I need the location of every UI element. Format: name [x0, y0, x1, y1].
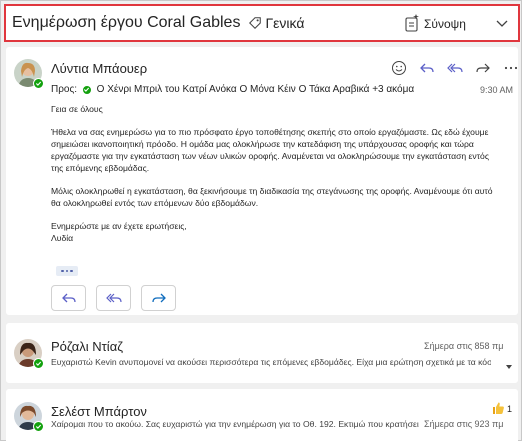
sender-name[interactable]: Λύντια Μπάουερ [51, 61, 147, 76]
message-time: 9:30 AM [480, 85, 514, 95]
summary-button[interactable]: Σύνοψη [424, 17, 466, 31]
presence-available-icon [33, 78, 44, 89]
recipients-line[interactable]: Προς: Ο Χένρι Μπριλ του Κατρί Ανόκα Ο Μό… [51, 84, 414, 95]
reply-button[interactable] [51, 285, 86, 311]
message-card-collapsed[interactable]: Ρόζαλι Ντίαζ Σήμερα στις 858 πμ Ευχαριστ… [6, 323, 518, 383]
to-label: Προς: [51, 84, 78, 95]
chevron-down-icon[interactable] [496, 18, 508, 28]
message-card: Λύντια Μπάουερ Προς: Ο Χένρι Μπριλ του Κ… [6, 47, 518, 315]
presence-available-icon [33, 421, 44, 432]
message-body: Γεια σε όλους Ήθελα να σας ενημερώσω για… [51, 103, 501, 244]
message-preview: Ευχαριστώ Kevin ανυπομονεί να ακούσει πε… [51, 357, 491, 367]
show-more-button[interactable] [56, 266, 78, 276]
conversation-subject: Ενημέρωση έργου Coral Gables [12, 14, 241, 31]
reaction-count[interactable]: 1 [507, 404, 512, 414]
thumbs-up-icon[interactable] [491, 401, 505, 415]
recipients-list[interactable]: Ο Χένρι Μπριλ του Κατρί Ανόκα Ο Μόνα Κέι… [97, 84, 415, 95]
body-closing: Ενημερώστε με αν έχετε ερωτήσεις, [51, 221, 187, 231]
reply-bar [51, 285, 176, 311]
body-paragraph-2: Μόλις ολοκληρωθεί η εγκατάσταση, θα ξεκι… [51, 186, 493, 208]
message-time: Σήμερα στις 923 πμ [424, 419, 504, 429]
reply-icon[interactable] [418, 59, 436, 77]
sender-name[interactable]: Ρόζαλι Ντίαζ [51, 339, 123, 354]
presence-available-icon [81, 84, 92, 95]
body-signature: Λυδία [51, 233, 74, 243]
body-paragraph-1: Ήθελα να σας ενημερώσω για το πιο πρόσφα… [51, 127, 489, 173]
reply-all-button[interactable] [96, 285, 131, 311]
summary-icon[interactable] [404, 14, 420, 32]
tag-icon[interactable] [248, 16, 262, 30]
message-actions [390, 59, 520, 77]
sender-name[interactable]: Σελέστ Μπάρτον [51, 404, 147, 419]
conversation-header: Ενημέρωση έργου Coral Gables Γενικά Σύνο… [4, 4, 520, 42]
reply-all-icon[interactable] [446, 59, 464, 77]
presence-available-icon [33, 358, 44, 369]
message-preview: Χαίρομαι που το ακούω. Σας ευχαριστώ για… [51, 419, 419, 429]
forward-button[interactable] [141, 285, 176, 311]
channel-tag-label[interactable]: Γενικά [265, 15, 304, 31]
emoji-react-icon[interactable] [390, 59, 408, 77]
conversation-pane: Ενημέρωση έργου Coral Gables Γενικά Σύνο… [0, 0, 522, 441]
more-options-icon[interactable] [502, 59, 520, 77]
forward-icon[interactable] [474, 59, 492, 77]
chevron-down-icon[interactable] [505, 363, 513, 371]
message-time: Σήμερα στις 858 πμ [424, 341, 504, 351]
body-greeting: Γεια σε όλους [51, 104, 103, 114]
message-card-collapsed[interactable]: Σελέστ Μπάρτον Σήμερα στις 923 πμ Χαίρομ… [6, 389, 518, 441]
